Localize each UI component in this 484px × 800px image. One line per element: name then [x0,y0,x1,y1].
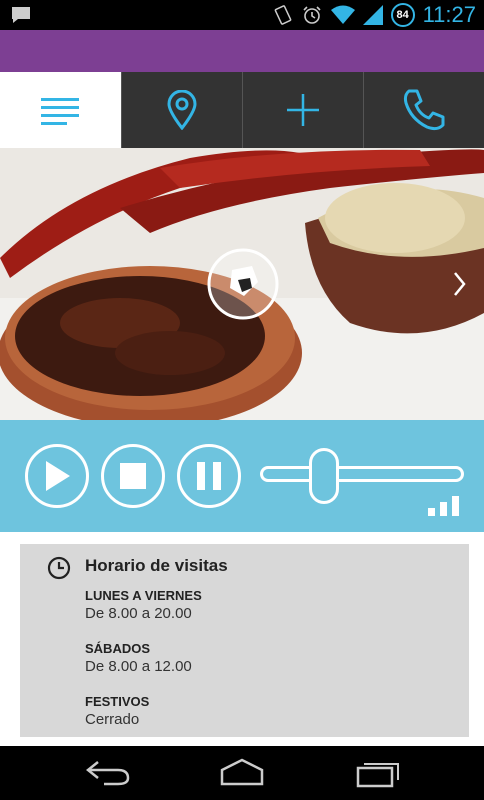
hours-title: Horario de visitas [85,556,228,575]
tab-menu[interactable] [0,72,121,148]
signal-icon [362,5,383,25]
app-header [0,30,484,72]
recents-icon[interactable] [354,758,402,788]
play-icon [46,461,70,491]
hours-label-holidays: FESTIVOS [85,694,150,709]
notification-icon [12,7,30,23]
alarm-icon [303,6,321,24]
clock: 11:27 [422,2,476,27]
tab-location[interactable] [121,72,242,148]
hero-image [0,148,484,420]
tab-add[interactable] [242,72,363,148]
wifi-icon [330,5,355,24]
volume-icon [428,496,459,516]
hours-label-saturdays: SÁBADOS [85,641,151,656]
pause-button[interactable] [177,444,241,508]
phone-icon [403,89,445,131]
play-button[interactable] [25,444,89,508]
home-icon[interactable] [218,758,266,788]
volume-slider-thumb[interactable] [308,448,339,504]
system-nav-bar [0,746,484,800]
battery-level: 84 [396,9,409,21]
pause-icon [197,462,221,490]
stop-button[interactable] [101,444,165,508]
hours-value-saturdays: De 8.00 a 12.00 [85,658,192,675]
battery-icon: 84 [390,3,415,27]
location-pin-icon [167,90,197,130]
volume-slider-track[interactable] [260,466,464,482]
hours-label-weekdays: LUNES A VIERNES [85,588,202,603]
hours-value-weekdays: De 8.00 a 20.00 [85,605,192,622]
menu-icon [40,98,79,125]
tab-bar [0,72,484,148]
visiting-hours-card: Horario de visitas LUNES A VIERNES De 8.… [20,544,469,737]
clock-icon [47,556,71,580]
food-photo [0,148,484,420]
tab-call[interactable] [363,72,484,148]
vibrate-icon [274,5,291,25]
status-bar: 84 11:27 [0,0,484,30]
back-icon[interactable] [84,758,132,788]
hours-value-holidays: Cerrado [85,711,140,728]
stop-icon [120,463,146,489]
plus-icon [287,94,319,126]
